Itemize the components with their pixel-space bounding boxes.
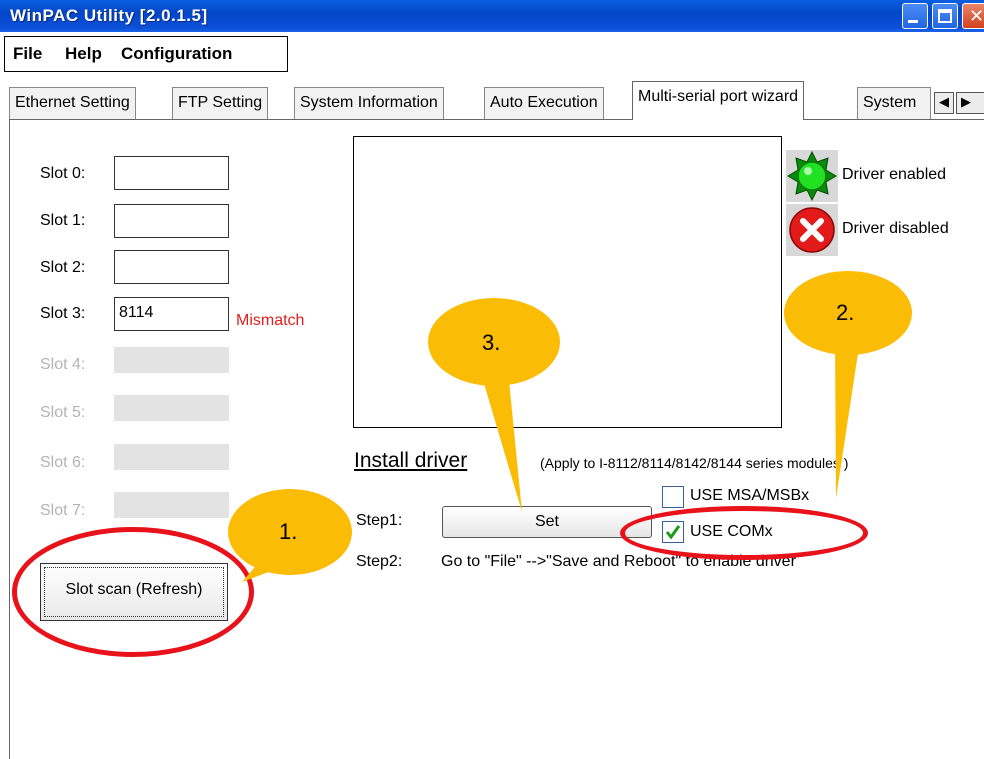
- callout-2-text: 2.: [836, 300, 855, 325]
- slot-1-label: Slot 1:: [40, 212, 86, 229]
- driver-disabled-label: Driver disabled: [842, 220, 949, 237]
- tab-system[interactable]: System: [857, 87, 931, 119]
- window-title: WinPAC Utility [2.0.1.5]: [10, 6, 208, 25]
- install-driver-note: (Apply to I-8112/8114/8142/8144 series m…: [540, 455, 849, 471]
- slot-0-label: Slot 0:: [40, 165, 86, 182]
- maximize-button[interactable]: [932, 3, 958, 29]
- slot-7-label: Slot 7:: [40, 502, 86, 519]
- highlight-ring-use-com: [620, 506, 868, 560]
- tab-ethernet-setting[interactable]: Ethernet Setting: [9, 87, 136, 119]
- install-driver-heading: Install driver: [354, 449, 468, 472]
- winpac-utility-window: WinPAC Utility [2.0.1.5] ✕ File Help Con…: [0, 0, 984, 759]
- tab-scroll-left-button[interactable]: ◀: [934, 92, 954, 114]
- menu-configuration[interactable]: Configuration: [121, 44, 232, 64]
- step1-label: Step1:: [356, 512, 403, 529]
- menu-file[interactable]: File: [13, 44, 42, 64]
- highlight-ring-slot-scan: [12, 527, 254, 657]
- menu-bar: File Help Configuration: [4, 36, 288, 72]
- slot-2-label: Slot 2:: [40, 259, 86, 276]
- slot-7-field: [114, 492, 229, 518]
- minimize-icon: [908, 20, 918, 23]
- slot-4-field: [114, 347, 229, 373]
- callout-1-text: 1.: [279, 519, 298, 544]
- use-msa-checkbox[interactable]: [662, 486, 684, 508]
- tab-scroll-right-button[interactable]: ▶: [956, 92, 984, 114]
- slot-4-label: Slot 4:: [40, 356, 86, 373]
- slot-0-field: [114, 156, 229, 190]
- tab-ftp-setting[interactable]: FTP Setting: [172, 87, 269, 119]
- step2-label: Step2:: [356, 553, 403, 570]
- arrow-right-icon: ▶: [961, 95, 971, 110]
- slot-2-field: [114, 250, 229, 284]
- slot-3-mismatch-status: Mismatch: [236, 312, 305, 329]
- slot-6-label: Slot 6:: [40, 454, 86, 471]
- slot-1-field: [114, 204, 229, 238]
- close-icon: ✕: [969, 6, 984, 27]
- slot-3-field: 8114: [114, 297, 229, 331]
- tab-system-information[interactable]: System Information: [294, 87, 444, 119]
- close-button[interactable]: ✕: [962, 3, 984, 29]
- menu-help[interactable]: Help: [65, 44, 102, 64]
- module-image-area: [353, 136, 782, 428]
- use-msa-label: USE MSA/MSBx: [690, 487, 810, 504]
- driver-enabled-label: Driver enabled: [842, 166, 947, 183]
- title-bar[interactable]: WinPAC Utility [2.0.1.5] ✕: [0, 0, 984, 32]
- driver-enabled-icon: [786, 150, 838, 202]
- driver-disabled-icon: [786, 204, 838, 256]
- slot-3-label: Slot 3:: [40, 305, 86, 322]
- tab-multi-serial-port-wizard[interactable]: Multi-serial port wizard: [632, 81, 805, 120]
- maximize-icon: [938, 9, 952, 23]
- slot-5-label: Slot 5:: [40, 404, 86, 421]
- tab-auto-execution[interactable]: Auto Execution: [484, 87, 604, 119]
- callout-3-text: 3.: [482, 330, 501, 355]
- slot-6-field: [114, 444, 229, 470]
- arrow-left-icon: ◀: [939, 95, 949, 110]
- slot-5-field: [114, 395, 229, 421]
- minimize-button[interactable]: [902, 3, 928, 29]
